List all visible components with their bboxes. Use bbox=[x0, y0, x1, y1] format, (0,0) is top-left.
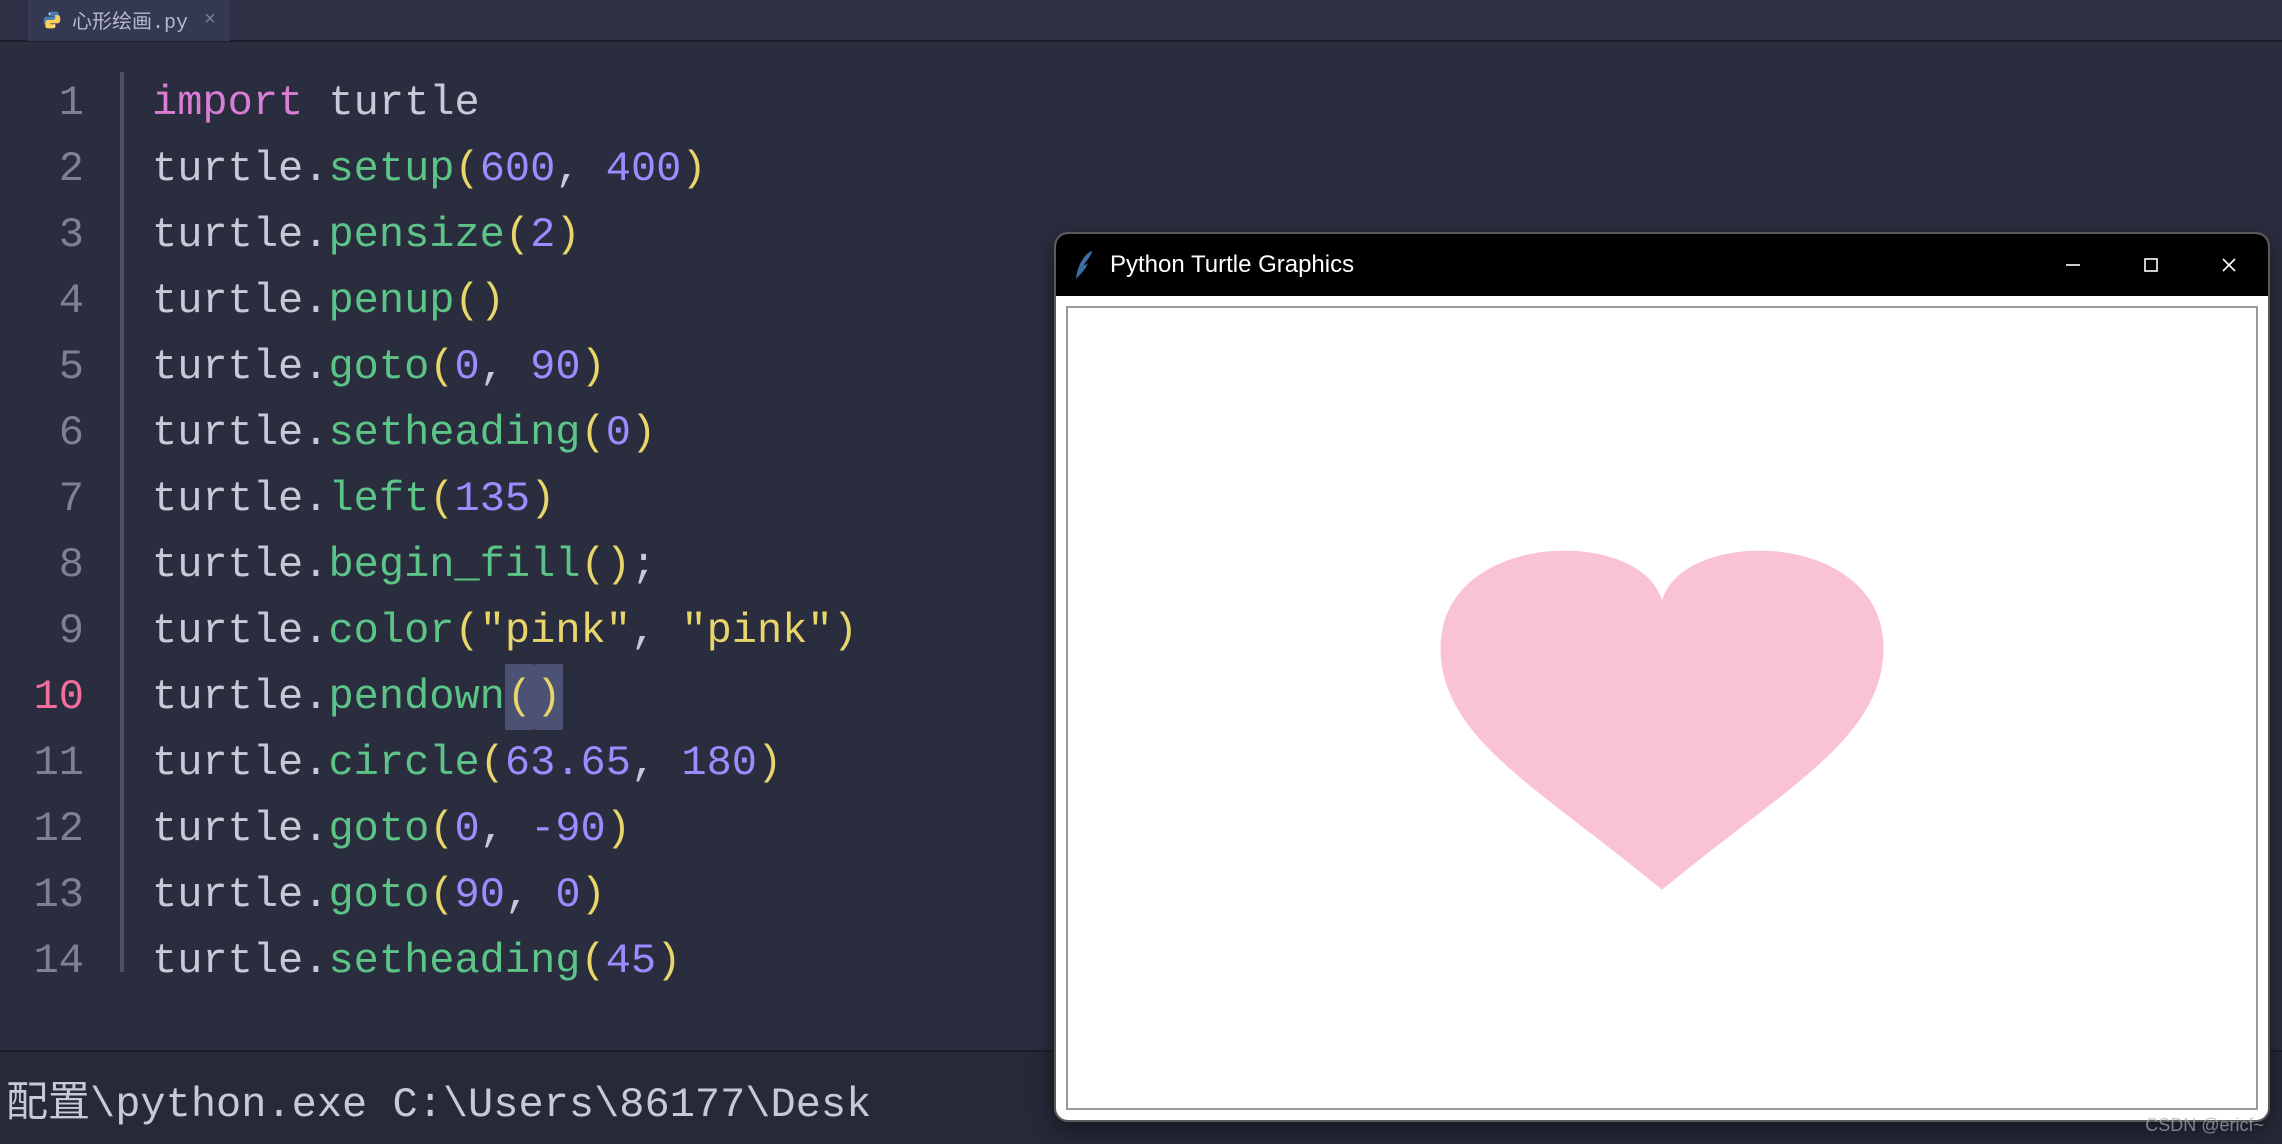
line-number: 14 bbox=[0, 928, 84, 994]
code-line[interactable]: turtle.goto(90, 0) bbox=[152, 862, 858, 928]
line-number: 1 bbox=[0, 70, 84, 136]
line-number: 11 bbox=[0, 730, 84, 796]
line-number: 10 bbox=[0, 664, 84, 730]
code-line[interactable]: turtle.setheading(45) bbox=[152, 928, 858, 994]
turtle-window-title: Python Turtle Graphics bbox=[1110, 251, 1354, 279]
line-number: 12 bbox=[0, 796, 84, 862]
file-tab[interactable]: 心形绘画.py × bbox=[28, 0, 230, 41]
code-area[interactable]: import turtleturtle.setup(600, 400)turtl… bbox=[124, 42, 858, 1012]
code-line[interactable]: turtle.color("pink", "pink") bbox=[152, 598, 858, 664]
line-number: 7 bbox=[0, 466, 84, 532]
line-number: 5 bbox=[0, 334, 84, 400]
tab-filename: 心形绘画.py bbox=[72, 5, 188, 35]
line-number: 3 bbox=[0, 202, 84, 268]
turtle-titlebar[interactable]: Python Turtle Graphics bbox=[1056, 234, 2268, 296]
heart-shape bbox=[1427, 463, 1897, 893]
turtle-window[interactable]: Python Turtle Graphics bbox=[1054, 232, 2270, 1122]
line-number: 9 bbox=[0, 598, 84, 664]
python-file-icon bbox=[42, 10, 62, 30]
watermark: CSDN @ericf~ bbox=[2145, 1115, 2264, 1136]
code-line[interactable]: turtle.setheading(0) bbox=[152, 400, 858, 466]
line-gutter: 1234567891011121314 bbox=[0, 42, 120, 1012]
close-button[interactable] bbox=[2190, 234, 2268, 296]
line-number: 4 bbox=[0, 268, 84, 334]
code-line[interactable]: turtle.goto(0, 90) bbox=[152, 334, 858, 400]
code-line[interactable]: turtle.left(135) bbox=[152, 466, 858, 532]
code-line[interactable]: turtle.pensize(2) bbox=[152, 202, 858, 268]
maximize-button[interactable] bbox=[2112, 234, 2190, 296]
line-number: 2 bbox=[0, 136, 84, 202]
code-line[interactable]: turtle.setup(600, 400) bbox=[152, 136, 858, 202]
editor-tab-bar: 心形绘画.py × bbox=[0, 0, 2282, 42]
code-line[interactable]: import turtle bbox=[152, 70, 858, 136]
turtle-canvas bbox=[1066, 306, 2258, 1110]
code-line[interactable]: turtle.begin_fill(); bbox=[152, 532, 858, 598]
code-line[interactable]: turtle.penup() bbox=[152, 268, 858, 334]
line-number: 13 bbox=[0, 862, 84, 928]
line-number: 6 bbox=[0, 400, 84, 466]
code-line[interactable]: turtle.circle(63.65, 180) bbox=[152, 730, 858, 796]
terminal-text: 配置\python.exe C:\Users\86177\Desk bbox=[6, 1068, 871, 1129]
tab-close-icon[interactable]: × bbox=[198, 9, 216, 32]
line-number: 8 bbox=[0, 532, 84, 598]
minimize-button[interactable] bbox=[2034, 234, 2112, 296]
code-line[interactable]: turtle.goto(0, -90) bbox=[152, 796, 858, 862]
code-line[interactable]: turtle.pendown() bbox=[152, 664, 858, 730]
turtle-app-icon bbox=[1072, 249, 1096, 281]
